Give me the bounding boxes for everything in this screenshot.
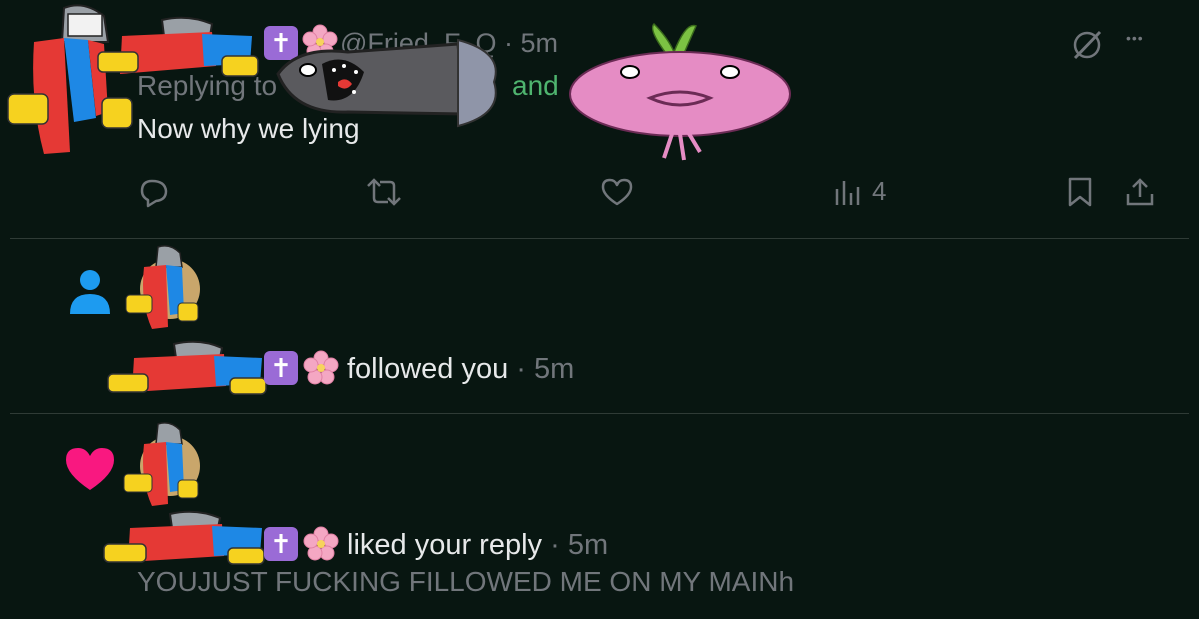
avatar-sticker[interactable] <box>120 420 204 510</box>
reply-button[interactable] <box>138 176 170 208</box>
flower-icon <box>303 350 339 385</box>
heart-outline-icon <box>601 178 633 206</box>
follow-notification-text: followed you · 5m <box>347 353 574 386</box>
notification-time: 5m <box>567 529 609 561</box>
bookmark-icon <box>1068 177 1092 207</box>
notifications-page: ✝ @Fried_F_Q · 5m Replying to and Now wh… <box>0 0 1199 619</box>
person-icon <box>70 270 110 314</box>
name-sticker <box>107 340 267 395</box>
liked-reply-text: YOUJUST FUCKING FILLOWED ME ON MY MAINh <box>137 566 795 597</box>
tweet-text: Now why we lying <box>137 113 360 144</box>
views-count: 4 <box>872 176 887 206</box>
flower-icon <box>303 526 339 561</box>
more-icon[interactable]: ••• <box>1126 30 1144 46</box>
notification-time: 5m <box>534 353 575 385</box>
notification-action: liked your reply <box>347 529 543 561</box>
meta-separator: · <box>550 529 560 561</box>
tweet-time[interactable]: 5m <box>520 28 558 58</box>
like-notification-text: liked your reply · 5m <box>347 529 608 562</box>
replying-to-label: Replying to <box>137 70 278 101</box>
heart-icon <box>66 448 114 490</box>
bookmark-button[interactable] <box>1066 176 1094 208</box>
verified-cross-badge: ✝ <box>264 527 298 561</box>
reply-icon <box>140 179 168 208</box>
views-chart-icon <box>835 180 860 205</box>
avatar-sticker[interactable] <box>122 243 202 333</box>
views-button[interactable]: 4 <box>834 176 886 207</box>
grok-icon[interactable] <box>1070 28 1104 62</box>
verified-cross-badge: ✝ <box>264 351 298 385</box>
share-button[interactable] <box>1124 176 1156 208</box>
meta-separator: · <box>503 28 513 58</box>
meta-separator: · <box>516 353 526 385</box>
retweet-button[interactable] <box>366 176 402 208</box>
name-sticker <box>103 510 265 565</box>
replying-and: and <box>512 70 559 101</box>
notification-action: followed you <box>347 353 509 385</box>
share-icon <box>1126 178 1154 206</box>
radish-sticker <box>569 22 791 161</box>
like-button[interactable] <box>600 176 634 208</box>
retweet-icon <box>367 178 401 206</box>
